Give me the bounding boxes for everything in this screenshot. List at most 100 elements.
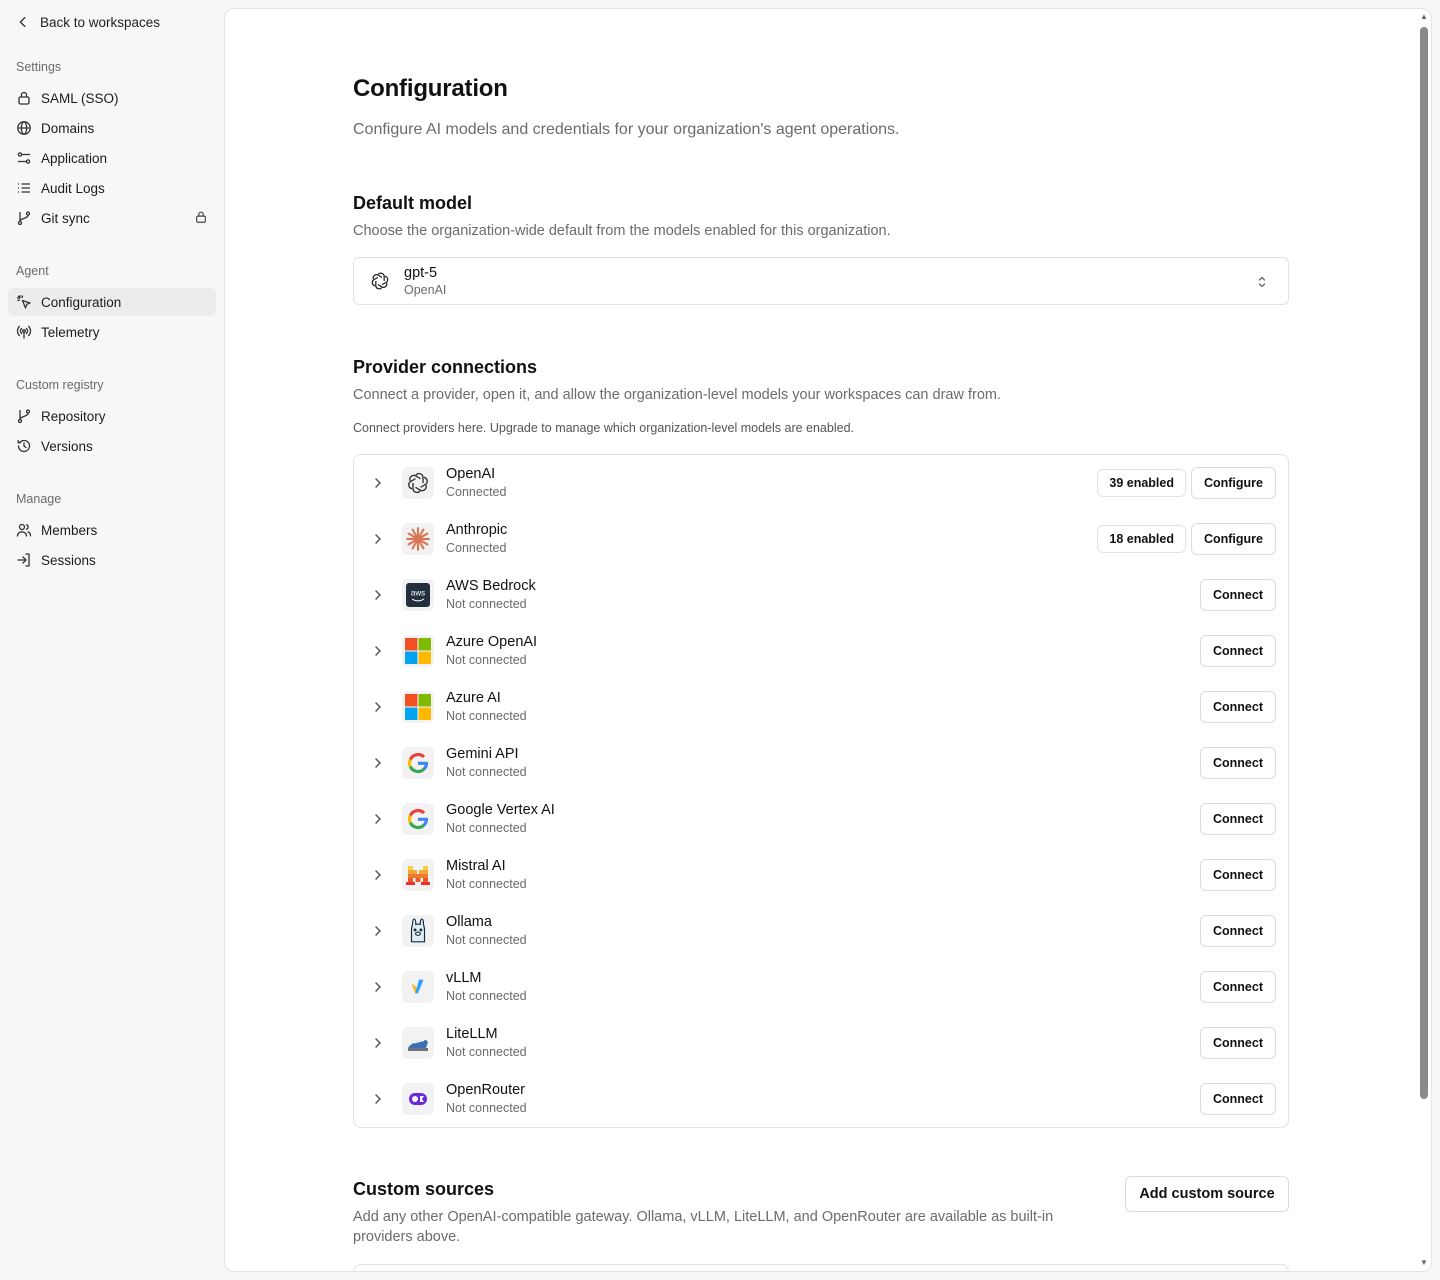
sidebar-item-label: Repository — [41, 408, 106, 424]
aws-logo-icon: aws — [402, 579, 434, 611]
chevron-right-icon[interactable] — [370, 867, 386, 883]
provider-status: Not connected — [446, 765, 527, 779]
vllm-logo-icon — [402, 971, 434, 1003]
sidebar-item-domains[interactable]: Domains — [8, 114, 216, 142]
section-label-settings: Settings — [16, 60, 62, 74]
selected-model-provider: OpenAI — [404, 283, 447, 297]
provider-row-vllm[interactable]: vLLM Not connected Connect — [354, 959, 1288, 1015]
provider-row-ollama[interactable]: Ollama Not connected Connect — [354, 903, 1288, 959]
connect-button[interactable]: Connect — [1200, 859, 1276, 891]
default-model-heading: Default model — [353, 193, 473, 213]
provider-name: AWS Bedrock — [446, 578, 536, 594]
provider-status: Connected — [446, 541, 507, 555]
scroll-down-arrow-icon[interactable]: ▼ — [1420, 1259, 1428, 1267]
provider-name: Azure OpenAI — [446, 634, 538, 650]
chevron-right-icon[interactable] — [370, 699, 386, 715]
connect-button[interactable]: Connect — [1200, 915, 1276, 947]
provider-row-litellm[interactable]: LiteLLM Not connected Connect — [354, 1015, 1288, 1071]
configure-button[interactable]: Configure — [1190, 523, 1276, 555]
chevron-right-icon[interactable] — [370, 1035, 386, 1051]
openai-logo-icon — [371, 272, 389, 290]
sidebar-item-members[interactable]: Members — [8, 516, 216, 544]
provider-row-gemini-api[interactable]: Gemini API Not connected Connect — [354, 735, 1288, 791]
provider-row-anthropic[interactable]: Anthropic Connected 18 enabled Configure — [354, 511, 1288, 567]
provider-row-openai[interactable]: OpenAI Connected 39 enabled Configure — [354, 455, 1288, 511]
globe-icon — [17, 121, 31, 135]
sidebar-item-configuration[interactable]: Configuration — [8, 288, 216, 316]
sidebar-item-telemetry[interactable]: Telemetry — [8, 318, 216, 346]
default-model-select[interactable]: gpt-5 OpenAI — [353, 257, 1289, 305]
provider-status: Not connected — [446, 933, 527, 947]
scrollbar-thumb[interactable] — [1420, 27, 1428, 1099]
page-subtitle: Configure AI models and credentials for … — [353, 121, 900, 138]
svg-text:aws: aws — [411, 589, 425, 598]
users-icon — [16, 523, 32, 537]
sparkle-cursor-icon — [16, 294, 31, 309]
provider-status: Not connected — [446, 821, 527, 835]
openrouter-logo-icon — [402, 1083, 434, 1115]
litellm-logo-icon — [402, 1027, 434, 1059]
default-model-description: Choose the organization-wide default fro… — [353, 223, 891, 239]
provider-name: LiteLLM — [446, 1026, 498, 1042]
provider-name: Google Vertex AI — [446, 802, 555, 818]
sidebar-item-application[interactable]: Application — [8, 144, 216, 172]
chevron-right-icon[interactable] — [370, 587, 386, 603]
chevron-right-icon[interactable] — [370, 475, 386, 491]
connect-button[interactable]: Connect — [1200, 803, 1276, 835]
provider-connections-heading: Provider connections — [353, 357, 538, 377]
microsoft-logo-icon — [402, 691, 434, 723]
provider-row-mistral-ai[interactable]: Mistral AI Not connected Connect — [354, 847, 1288, 903]
provider-row-azure-ai[interactable]: Azure AI Not connected Connect — [354, 679, 1288, 735]
lock-icon — [196, 211, 206, 223]
provider-name: Ollama — [446, 914, 492, 930]
chevron-right-icon[interactable] — [370, 755, 386, 771]
selected-model-name: gpt-5 — [404, 265, 438, 281]
provider-name: Azure AI — [446, 690, 501, 706]
configure-button[interactable]: Configure — [1190, 467, 1276, 499]
provider-name: Gemini API — [446, 746, 519, 762]
chevron-right-icon[interactable] — [370, 531, 386, 547]
scrollbar[interactable]: ▲ ▼ — [1417, 9, 1431, 1271]
back-to-workspaces-link[interactable]: Back to workspaces — [16, 12, 160, 32]
chevron-right-icon[interactable] — [370, 923, 386, 939]
sidebar-item-audit-logs[interactable]: Audit Logs — [8, 174, 216, 202]
sidebar-item-label: Application — [41, 150, 108, 166]
provider-row-openrouter[interactable]: OpenRouter Not connected Connect — [354, 1071, 1288, 1127]
chevron-right-icon[interactable] — [370, 643, 386, 659]
connect-button[interactable]: Connect — [1200, 747, 1276, 779]
provider-connections-description: Connect a provider, open it, and allow t… — [353, 387, 1002, 403]
sidebar-item-label: Versions — [41, 438, 93, 454]
chevron-up-down-icon — [1258, 276, 1266, 288]
chevron-right-icon[interactable] — [370, 1091, 386, 1107]
connect-button[interactable]: Connect — [1200, 1027, 1276, 1059]
provider-status: Not connected — [446, 1045, 527, 1059]
provider-status: Not connected — [446, 1101, 527, 1115]
chevron-right-icon[interactable] — [370, 979, 386, 995]
sidebar-item-sessions[interactable]: Sessions — [8, 546, 216, 574]
provider-row-azure-openai[interactable]: Azure OpenAI Not connected Connect — [354, 623, 1288, 679]
page-title: Configuration — [353, 75, 508, 102]
connect-button[interactable]: Connect — [1200, 691, 1276, 723]
connect-button[interactable]: Connect — [1200, 579, 1276, 611]
provider-row-google-vertex-ai[interactable]: Google Vertex AI Not connected Connect — [354, 791, 1288, 847]
anthropic-logo-icon — [402, 523, 434, 555]
provider-status: Not connected — [446, 877, 527, 891]
provider-row-aws-bedrock[interactable]: aws AWS Bedrock Not connected Connect — [354, 567, 1288, 623]
sidebar-item-label: Git sync — [41, 210, 90, 226]
scroll-up-arrow-icon[interactable]: ▲ — [1420, 13, 1428, 21]
sidebar-item-git-sync[interactable]: Git sync — [8, 204, 216, 232]
git-branch-icon — [17, 211, 31, 226]
add-custom-source-button[interactable]: Add custom source — [1125, 1176, 1289, 1212]
enabled-count-badge: 39 enabled — [1097, 469, 1186, 497]
custom-sources-heading: Custom sources — [353, 1179, 495, 1199]
provider-status: Not connected — [446, 653, 527, 667]
connect-button[interactable]: Connect — [1200, 971, 1276, 1003]
provider-name: Anthropic — [446, 522, 508, 538]
connect-button[interactable]: Connect — [1200, 1083, 1276, 1115]
sidebar-item-repository[interactable]: Repository — [8, 402, 216, 430]
sidebar-item-versions[interactable]: Versions — [8, 432, 216, 460]
connect-button[interactable]: Connect — [1200, 635, 1276, 667]
sidebar-item-saml[interactable]: SAML (SSO) — [8, 84, 216, 112]
chevron-right-icon[interactable] — [370, 811, 386, 827]
sidebar-item-label: SAML (SSO) — [41, 90, 119, 106]
